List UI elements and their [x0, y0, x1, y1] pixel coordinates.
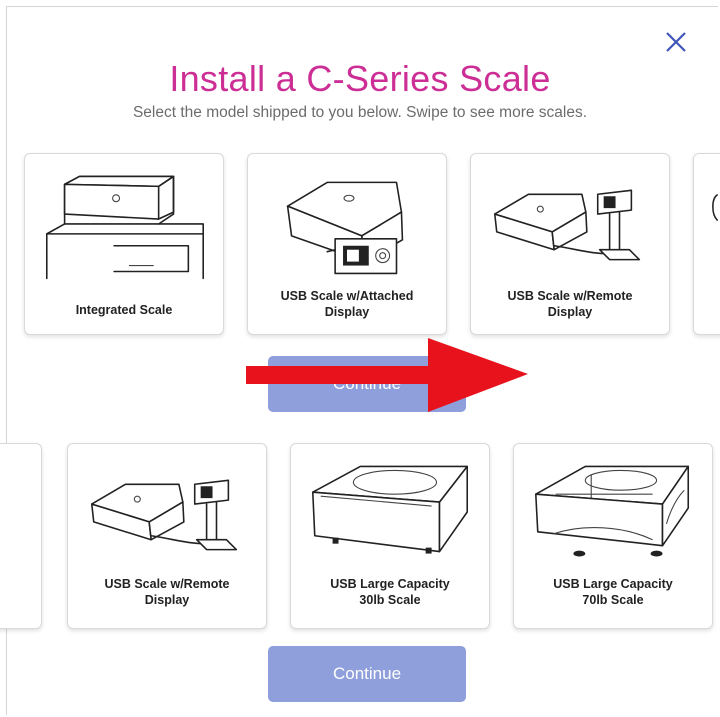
page-subtitle: Select the model shipped to you below. S…: [132, 104, 588, 121]
scale-card-usb-remote-display-2[interactable]: USB Scale w/Remote Display: [67, 443, 267, 629]
scale-card-integrated[interactable]: Integrated Scale: [24, 153, 224, 335]
partial-scale-icon: [712, 194, 718, 221]
usb-scale-remote-display-icon: [90, 479, 238, 551]
card-label-line2: 70lb Scale: [582, 593, 644, 607]
usb-scale-attached-display-icon: [286, 181, 404, 275]
card-label-line2: Display: [547, 305, 593, 319]
card-label-line1: USB Scale w/Remote: [507, 289, 633, 303]
card-label-line1: USB Scale w/Remote: [104, 577, 230, 591]
card-label-line1: USB Scale w/Attached: [280, 289, 414, 303]
scale-card-usb-attached-display[interactable]: USB Scale w/Attached Display: [247, 153, 447, 335]
close-icon[interactable]: [662, 28, 690, 56]
card-label: Integrated Scale: [75, 303, 173, 317]
continue-button-bottom[interactable]: Continue: [268, 646, 466, 702]
page-title: Install a C-Series Scale: [169, 58, 551, 99]
card-label-line1: USB Large Capacity: [553, 577, 673, 591]
scale-card-usb-remote-display[interactable]: USB Scale w/Remote Display: [470, 153, 670, 335]
card-label-line1: USB Large Capacity: [330, 577, 450, 591]
card-label-line2: 30lb Scale: [359, 593, 421, 607]
red-swipe-arrow-icon: [246, 338, 528, 412]
scale-card-large-30lb[interactable]: USB Large Capacity 30lb Scale: [290, 443, 490, 629]
large-capacity-70lb-scale-icon: [534, 465, 690, 557]
scale-card-large-70lb[interactable]: USB Large Capacity 70lb Scale: [513, 443, 713, 629]
usb-scale-remote-display-icon: [493, 189, 641, 261]
scale-card-partial-next[interactable]: [693, 153, 720, 335]
scale-card-partial-prev[interactable]: [0, 443, 42, 629]
card-label-line2: Display: [324, 305, 370, 319]
integrated-scale-icon: [45, 175, 204, 280]
large-capacity-30lb-scale-icon: [311, 465, 469, 554]
card-label-line2: Display: [144, 593, 190, 607]
